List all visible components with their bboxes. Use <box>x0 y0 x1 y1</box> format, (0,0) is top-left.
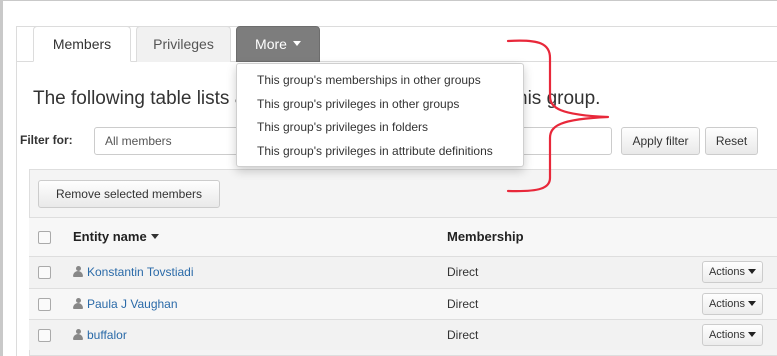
actions-button[interactable]: Actions <box>702 293 763 315</box>
member-name: buffalor <box>87 328 127 342</box>
tab-more[interactable]: More <box>236 26 320 62</box>
intro-text: The following table lists a <box>33 88 246 109</box>
actions-label: Actions <box>708 329 746 341</box>
more-dropdown-menu: This group's memberships in other groups… <box>236 63 524 167</box>
membership-value: Direct <box>447 297 479 311</box>
entity-name-column-header[interactable]: Entity name <box>73 229 159 244</box>
filter-label: Filter for: <box>20 133 73 147</box>
table-row: buffalor Direct Actions <box>29 319 777 350</box>
person-icon <box>73 266 83 277</box>
person-icon <box>73 329 83 340</box>
tab-more-label: More <box>255 36 287 52</box>
caret-down-icon <box>748 331 757 337</box>
caret-down-icon <box>748 300 757 306</box>
menu-item-memberships-in-other-groups[interactable]: This group's memberships in other groups <box>237 69 523 93</box>
table-row: Paula J Vaughan Direct Actions <box>29 288 777 319</box>
actions-label: Actions <box>708 298 746 310</box>
caret-down-icon <box>748 268 757 274</box>
actions-label: Actions <box>708 266 746 278</box>
select-all-checkbox[interactable] <box>38 231 51 244</box>
table-header: Entity name Membership <box>29 217 777 256</box>
remove-selected-members-button[interactable]: Remove selected members <box>38 180 220 208</box>
menu-item-privileges-in-folders[interactable]: This group's privileges in folders <box>237 116 523 140</box>
tab-divider <box>17 61 777 62</box>
member-name-link[interactable]: Paula J Vaughan <box>73 297 178 311</box>
member-name: Paula J Vaughan <box>87 297 178 311</box>
membership-column-header: Membership <box>447 229 524 244</box>
membership-value: Direct <box>447 328 479 342</box>
membership-value: Direct <box>447 265 479 279</box>
table-row: Konstantin Tovstiadi Direct Actions <box>29 256 777 288</box>
row-checkbox[interactable] <box>38 266 51 279</box>
row-checkbox[interactable] <box>38 329 51 342</box>
sort-down-icon <box>150 234 159 240</box>
menu-item-privileges-in-attribute-definitions[interactable]: This group's privileges in attribute def… <box>237 140 523 164</box>
reset-button[interactable]: Reset <box>705 127 758 155</box>
member-name: Konstantin Tovstiadi <box>87 265 194 279</box>
menu-item-privileges-in-other-groups[interactable]: This group's privileges in other groups <box>237 93 523 117</box>
member-name-link[interactable]: Konstantin Tovstiadi <box>73 265 194 279</box>
actions-button[interactable]: Actions <box>702 261 763 283</box>
tab-privileges[interactable]: Privileges <box>136 26 231 62</box>
actions-button[interactable]: Actions <box>702 324 763 346</box>
member-name-link[interactable]: buffalor <box>73 328 127 342</box>
annotation-brace <box>506 39 610 193</box>
tab-members[interactable]: Members <box>33 26 131 62</box>
person-icon <box>73 298 83 309</box>
row-checkbox[interactable] <box>38 298 51 311</box>
caret-down-icon <box>292 40 301 46</box>
entity-name-header-label: Entity name <box>73 229 147 244</box>
apply-filter-button[interactable]: Apply filter <box>621 127 700 155</box>
